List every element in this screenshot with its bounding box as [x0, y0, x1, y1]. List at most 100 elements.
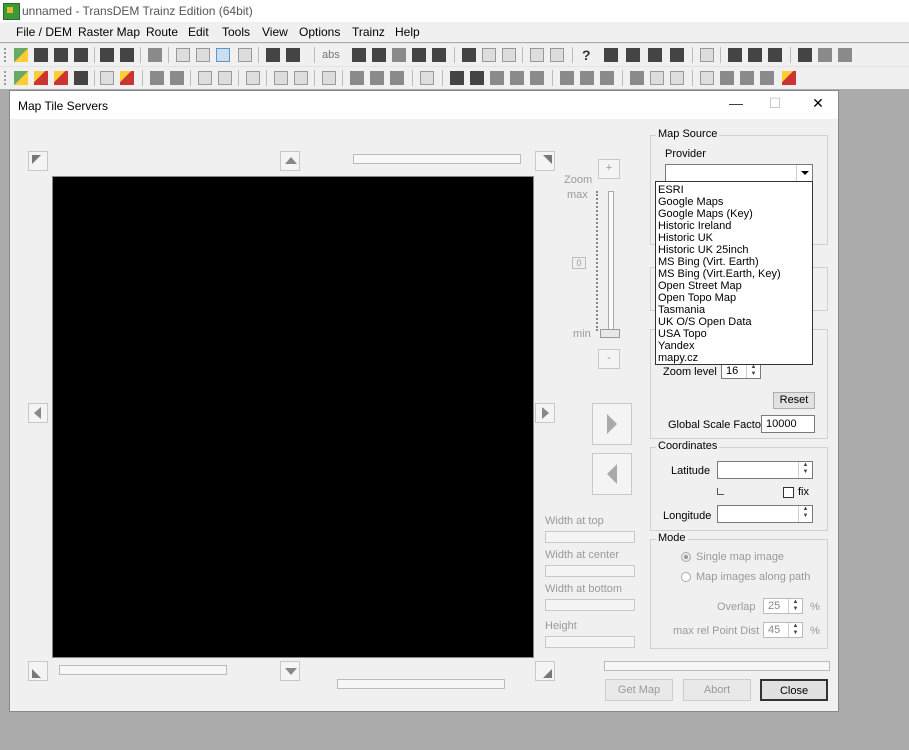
save-map-icon[interactable] — [74, 71, 88, 85]
frame2-icon[interactable] — [246, 71, 260, 85]
provider-option[interactable]: Google Maps (Key) — [658, 208, 753, 220]
toolbar-grip[interactable] — [4, 48, 10, 62]
map-viewport[interactable] — [52, 176, 534, 658]
zoom-icon[interactable] — [176, 48, 190, 62]
list-icon[interactable] — [604, 48, 618, 62]
minimize-button[interactable]: — — [726, 95, 746, 113]
export-icon[interactable] — [100, 48, 114, 62]
pan-east-button[interactable] — [535, 403, 555, 423]
pan-sw-button[interactable] — [28, 661, 48, 681]
provider-option[interactable]: Historic UK 25inch — [658, 244, 748, 256]
measure-icon[interactable] — [286, 48, 300, 62]
provider-option[interactable]: Open Topo Map — [658, 292, 736, 304]
zoom-in-button[interactable]: + — [598, 159, 620, 179]
provider-option[interactable]: Historic Ireland — [658, 220, 731, 232]
square-icon[interactable] — [798, 48, 812, 62]
stack2-icon[interactable] — [370, 71, 384, 85]
track-icon[interactable] — [510, 71, 524, 85]
pan-ne-button[interactable] — [535, 151, 555, 171]
zoom-slider-thumb[interactable] — [600, 329, 620, 338]
menu-options[interactable]: Options — [299, 25, 340, 39]
cross2-icon[interactable] — [838, 48, 852, 62]
menu-help[interactable]: Help — [395, 25, 420, 39]
grid-x-icon[interactable] — [150, 71, 164, 85]
align-icon[interactable] — [670, 48, 684, 62]
provider-select[interactable] — [665, 164, 813, 182]
cut-icon[interactable] — [462, 48, 476, 62]
bottom-scroll-bar[interactable] — [337, 679, 505, 689]
table-icon[interactable] — [420, 71, 434, 85]
open-map3-icon[interactable] — [54, 71, 68, 85]
pan-south-button[interactable] — [280, 661, 300, 681]
provider-option[interactable]: MS Bing (Virt. Earth) — [658, 256, 759, 268]
path-back-button[interactable] — [592, 453, 632, 495]
globe-icon[interactable] — [100, 71, 114, 85]
spinner-arrows-icon[interactable]: ▲ ▼ — [798, 506, 812, 522]
grid-icon[interactable] — [274, 71, 288, 85]
zoom-slider-track[interactable] — [608, 191, 614, 333]
help-icon[interactable]: ? — [582, 47, 591, 63]
provider-option[interactable]: UK O/S Open Data — [658, 316, 752, 328]
menu-route[interactable]: Route — [146, 25, 178, 39]
pipette-icon[interactable] — [266, 48, 280, 62]
spinner-arrows-icon[interactable]: ▲ ▼ — [746, 364, 760, 378]
bottom-left-scroll-bar[interactable] — [59, 665, 227, 675]
save-all-icon[interactable] — [74, 48, 88, 62]
copy-layer-icon[interactable] — [728, 48, 742, 62]
abort-button[interactable]: Abort — [683, 679, 751, 701]
panel-icon[interactable] — [626, 48, 640, 62]
clip-icon[interactable] — [218, 71, 232, 85]
pan-west-button[interactable] — [28, 403, 48, 423]
close-window-button[interactable]: ✕ — [808, 95, 828, 113]
paste-icon[interactable] — [502, 48, 516, 62]
open-icon[interactable] — [14, 48, 28, 62]
delete-track-icon[interactable] — [490, 71, 504, 85]
fix-checkbox[interactable] — [783, 487, 794, 498]
tool-disabled-icon[interactable] — [148, 48, 162, 62]
select-arrow-icon[interactable] — [216, 48, 230, 62]
save-icon[interactable] — [34, 48, 48, 62]
top-scroll-bar[interactable] — [353, 154, 521, 164]
antenna-icon[interactable] — [700, 71, 714, 85]
menu-view[interactable]: View — [262, 25, 288, 39]
undo-icon[interactable] — [530, 48, 544, 62]
max-rel-point-dist-spinner[interactable]: 45 ▲ ▼ — [763, 622, 803, 638]
shape-icon[interactable] — [700, 48, 714, 62]
provider-option[interactable]: USA Topo — [658, 328, 707, 340]
route3-icon[interactable] — [600, 71, 614, 85]
route-icon[interactable] — [560, 71, 574, 85]
folder-icon[interactable] — [450, 71, 464, 85]
ramp3-icon[interactable] — [760, 71, 774, 85]
track2-icon[interactable] — [530, 71, 544, 85]
width-icon[interactable] — [650, 71, 664, 85]
get-map-button[interactable]: Get Map — [605, 679, 673, 701]
profile-icon[interactable] — [322, 71, 336, 85]
pan-north-button[interactable] — [280, 151, 300, 171]
close-button[interactable]: Close — [760, 679, 828, 701]
provider-option[interactable]: Historic UK — [658, 232, 713, 244]
zoom-level-spinner[interactable]: 16 ▲ ▼ — [721, 363, 761, 379]
crop-icon[interactable] — [198, 71, 212, 85]
menu-edit[interactable]: Edit — [188, 25, 209, 39]
path-forward-button[interactable] — [592, 403, 632, 445]
menu-tools[interactable]: Tools — [222, 25, 250, 39]
spline-icon[interactable] — [392, 48, 406, 62]
disk-icon[interactable] — [470, 71, 484, 85]
pan-se-button[interactable] — [535, 661, 555, 681]
triangle-icon[interactable] — [238, 48, 252, 62]
spinner-arrows-icon[interactable]: ▲ ▼ — [788, 599, 802, 613]
route2-icon[interactable] — [580, 71, 594, 85]
curve-icon[interactable] — [372, 48, 386, 62]
ramp2-icon[interactable] — [740, 71, 754, 85]
grid-y-icon[interactable] — [170, 71, 184, 85]
fill-icon[interactable] — [482, 48, 496, 62]
measure2-icon[interactable] — [670, 71, 684, 85]
provider-option[interactable]: Tasmania — [658, 304, 705, 316]
play-icon[interactable] — [352, 48, 366, 62]
mail-icon[interactable] — [432, 48, 446, 62]
overlap-spinner[interactable]: 25 ▲ ▼ — [763, 598, 803, 614]
spinner-arrows-icon[interactable]: ▲ ▼ — [788, 623, 802, 637]
stack3-icon[interactable] — [390, 71, 404, 85]
abs-label[interactable]: abs — [322, 49, 340, 61]
provider-option[interactable]: MS Bing (Virt.Earth, Key) — [658, 268, 781, 280]
